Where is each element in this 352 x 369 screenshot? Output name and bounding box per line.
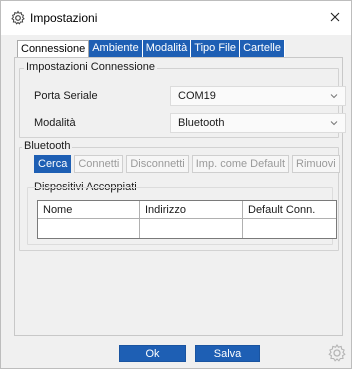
column-divider	[139, 201, 140, 238]
mode-label: Modalità	[34, 117, 76, 129]
tab-cartelle[interactable]: Cartelle	[240, 40, 285, 57]
close-icon	[330, 12, 340, 22]
tab-modalita[interactable]: Modalità	[142, 40, 192, 57]
chevron-down-icon	[330, 94, 338, 99]
gear-icon	[10, 10, 26, 26]
column-header-nome[interactable]: Nome	[38, 201, 140, 219]
serial-port-value: COM19	[178, 90, 216, 102]
settings-window: Impostazioni Connessione Ambiente Modali…	[0, 0, 352, 369]
column-divider	[242, 201, 243, 238]
mode-select[interactable]: Bluetooth	[170, 113, 346, 133]
paired-devices-table[interactable]: Nome Indirizzo Default Conn.	[37, 200, 337, 239]
search-button[interactable]: Cerca	[34, 155, 72, 173]
bluetooth-button-row: Cerca Connetti Disconnetti Imp. come Def…	[34, 155, 340, 173]
connect-button[interactable]: Connetti	[74, 155, 124, 173]
window-title: Impostazioni	[30, 11, 98, 25]
chevron-down-icon	[330, 121, 338, 126]
mode-value: Bluetooth	[178, 117, 225, 129]
tab-bar: Connessione Ambiente Modalità Tipo File …	[17, 40, 285, 58]
tab-ambiente[interactable]: Ambiente	[89, 40, 143, 57]
gear-icon[interactable]	[327, 343, 347, 363]
close-button[interactable]	[325, 7, 345, 27]
bluetooth-legend: Bluetooth	[22, 140, 73, 152]
column-header-default-conn[interactable]: Default Conn.	[243, 201, 336, 219]
column-header-indirizzo[interactable]: Indirizzo	[140, 201, 243, 219]
serial-port-label: Porta Seriale	[34, 90, 98, 102]
connection-settings-legend: Impostazioni Connessione	[24, 61, 158, 73]
tab-connessione[interactable]: Connessione	[17, 40, 90, 58]
set-default-button[interactable]: Imp. come Default	[191, 155, 290, 173]
ok-button[interactable]: Ok	[119, 345, 186, 362]
serial-port-select[interactable]: COM19	[170, 86, 346, 106]
disconnect-button[interactable]: Disconnetti	[126, 155, 189, 173]
save-button[interactable]: Salva	[195, 345, 260, 362]
remove-button[interactable]: Rimuovi	[292, 155, 340, 173]
tab-tipo-file[interactable]: Tipo File	[191, 40, 241, 57]
title-bar: Impostazioni	[1, 1, 351, 35]
